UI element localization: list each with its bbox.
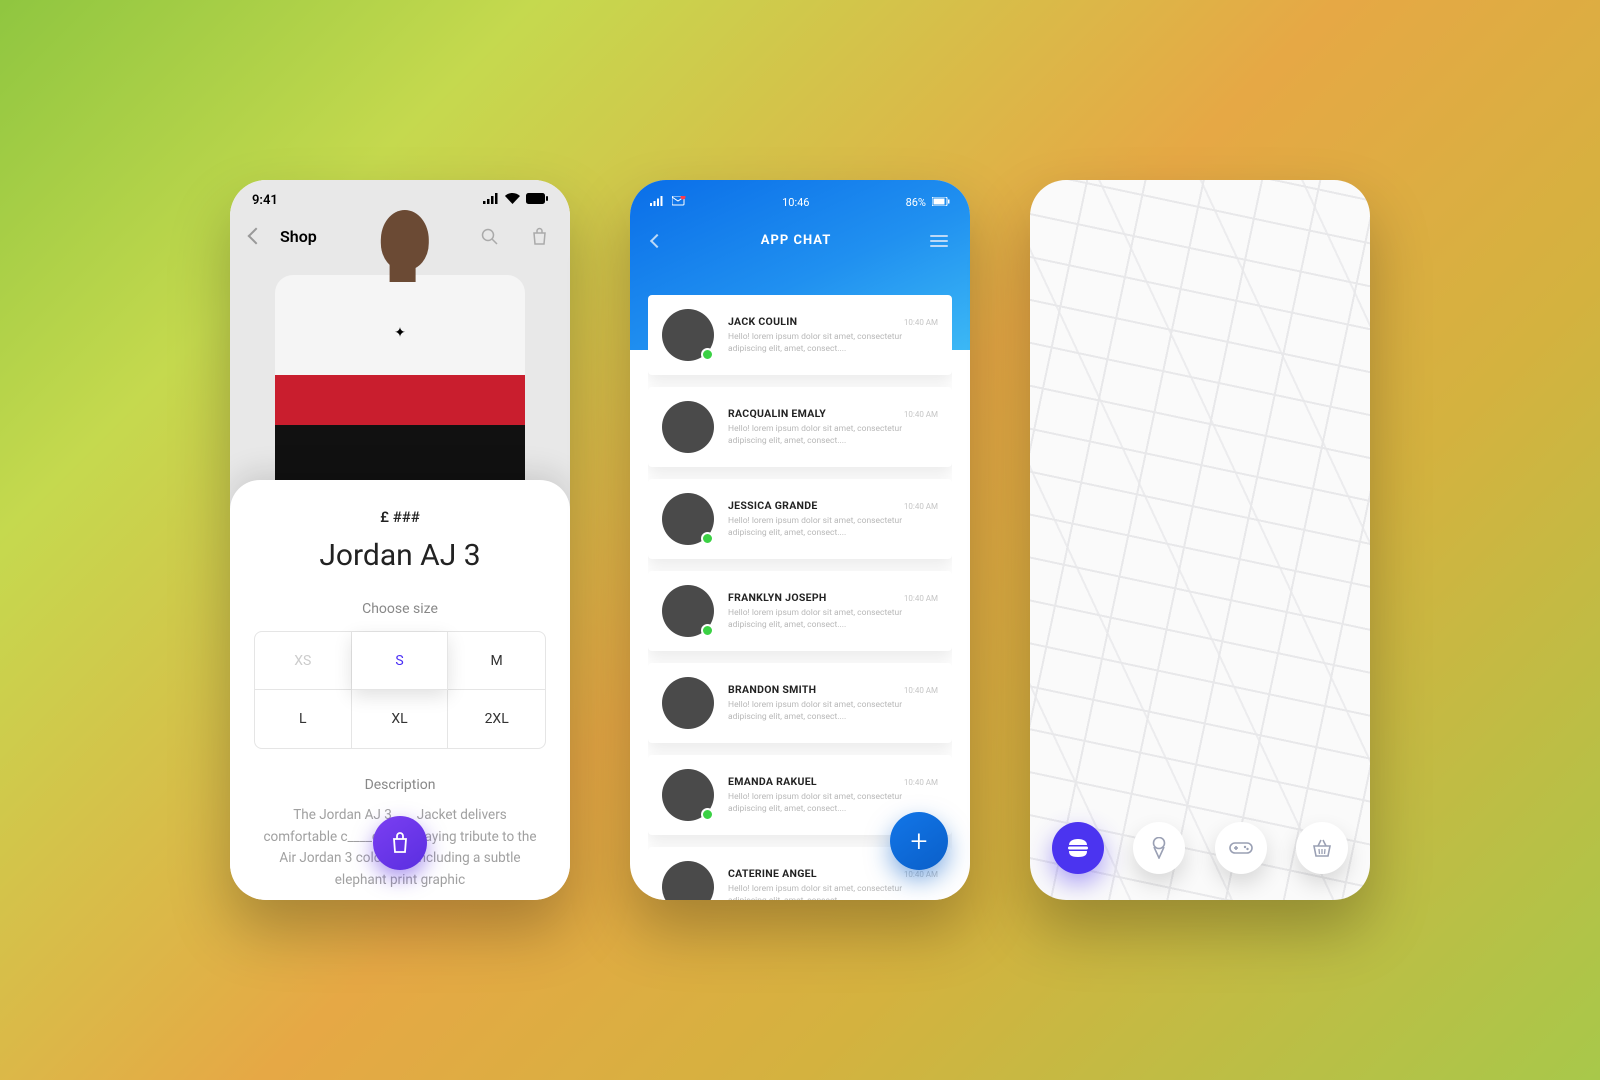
chat-item[interactable]: RACQUALIN EMALY 10:40 AM Hello! lorem ip…: [648, 387, 952, 467]
message-time: 10:40 AM: [904, 778, 938, 787]
message-preview: Hello! lorem ipsum dolor sit amet, conse…: [728, 884, 938, 900]
chat-item[interactable]: JESSICA GRANDE 10:40 AM Hello! lorem ips…: [648, 479, 952, 559]
contact-name: JESSICA GRANDE: [728, 499, 818, 512]
battery-icon: [526, 193, 548, 208]
contact-name: JACK COULIN: [728, 315, 797, 328]
message-preview: Hello! lorem ipsum dolor sit amet, conse…: [728, 332, 938, 356]
online-indicator: [701, 624, 714, 637]
wifi-icon: [505, 193, 520, 208]
size-option-m[interactable]: M: [448, 632, 545, 690]
avatar: [662, 585, 714, 637]
bag-button[interactable]: [528, 225, 550, 247]
contact-name: BRANDON SMITH: [728, 683, 816, 696]
avatar: [662, 769, 714, 821]
online-indicator: [701, 532, 714, 545]
category-dessert[interactable]: [1133, 822, 1185, 874]
avatar: [662, 861, 714, 900]
status-time: 10:46: [782, 196, 809, 209]
signal-icon: [483, 193, 499, 208]
contact-name: RACQUALIN EMALY: [728, 407, 826, 420]
nav-bar: APP CHAT: [630, 215, 970, 266]
avatar: [662, 401, 714, 453]
status-bar: 9:41: [230, 180, 570, 220]
map-screen[interactable]: [1030, 180, 1370, 900]
avatar: [662, 677, 714, 729]
screen-title: APP CHAT: [761, 233, 832, 248]
message-time: 10:40 AM: [904, 686, 938, 695]
product-price: £ ###: [254, 508, 546, 526]
size-option-l[interactable]: L: [255, 690, 352, 748]
size-option-xl[interactable]: XL: [352, 690, 449, 748]
mail-icon: [672, 196, 686, 209]
battery-pct: 86%: [906, 196, 926, 209]
choose-size-label: Choose size: [254, 601, 546, 617]
shop-header: Shop: [230, 225, 570, 247]
contact-name: CATERINE ANGEL: [728, 867, 817, 880]
status-bar: 10:46 86%: [630, 190, 970, 215]
category-games[interactable]: [1215, 822, 1267, 874]
size-option-xs[interactable]: XS: [255, 632, 352, 690]
message-time: 10:40 AM: [904, 410, 938, 419]
product-name: Jordan AJ 3: [254, 538, 546, 573]
chat-item[interactable]: FRANKLYN JOSEPH 10:40 AM Hello! lorem ip…: [648, 571, 952, 651]
category-burger[interactable]: [1052, 822, 1104, 874]
chat-item[interactable]: BRANDON SMITH 10:40 AM Hello! lorem ipsu…: [648, 663, 952, 743]
contact-name: EMANDA RAKUEL: [728, 775, 817, 788]
back-button[interactable]: [248, 228, 265, 245]
contact-name: FRANKLYN JOSEPH: [728, 591, 827, 604]
message-preview: Hello! lorem ipsum dolor sit amet, conse…: [728, 700, 938, 724]
ice-cream-icon: [1151, 837, 1167, 859]
message-preview: Hello! lorem ipsum dolor sit amet, conse…: [728, 516, 938, 540]
chat-screen: 10:46 86% APP CHAT JACK COULIN 10:40 AM …: [630, 180, 970, 900]
plus-icon: +: [911, 824, 928, 859]
page-title: Shop: [280, 227, 317, 246]
size-selector: XS S M L XL 2XL: [254, 631, 546, 749]
size-option-2xl[interactable]: 2XL: [448, 690, 545, 748]
back-button[interactable]: [650, 233, 664, 247]
basket-icon: [1312, 839, 1332, 857]
bag-icon: [390, 832, 410, 854]
description-label: Description: [254, 777, 546, 793]
avatar: [662, 493, 714, 545]
menu-button[interactable]: [930, 235, 948, 247]
shop-screen: ✦ 9:41 Shop £: [230, 180, 570, 900]
chat-item[interactable]: JACK COULIN 10:40 AM Hello! lorem ipsum …: [648, 295, 952, 375]
message-preview: Hello! lorem ipsum dolor sit amet, conse…: [728, 608, 938, 632]
signal-icon: [650, 196, 664, 209]
online-indicator: [701, 348, 714, 361]
gamepad-icon: [1229, 840, 1253, 856]
avatar: [662, 309, 714, 361]
compose-fab[interactable]: +: [890, 812, 948, 870]
battery-icon: [932, 196, 950, 209]
chat-list[interactable]: JACK COULIN 10:40 AM Hello! lorem ipsum …: [648, 295, 952, 900]
add-to-bag-fab[interactable]: [373, 816, 427, 870]
message-preview: Hello! lorem ipsum dolor sit amet, conse…: [728, 792, 938, 816]
category-shopping[interactable]: [1296, 822, 1348, 874]
size-option-s[interactable]: S: [352, 632, 449, 690]
category-dock: [1052, 822, 1348, 874]
search-button[interactable]: [478, 225, 500, 247]
message-time: 10:40 AM: [904, 870, 938, 879]
message-time: 10:40 AM: [904, 502, 938, 511]
status-time: 9:41: [252, 193, 278, 208]
online-indicator: [701, 808, 714, 821]
burger-icon: [1067, 838, 1089, 858]
message-time: 10:40 AM: [904, 594, 938, 603]
message-preview: Hello! lorem ipsum dolor sit amet, conse…: [728, 424, 938, 448]
message-time: 10:40 AM: [904, 318, 938, 327]
